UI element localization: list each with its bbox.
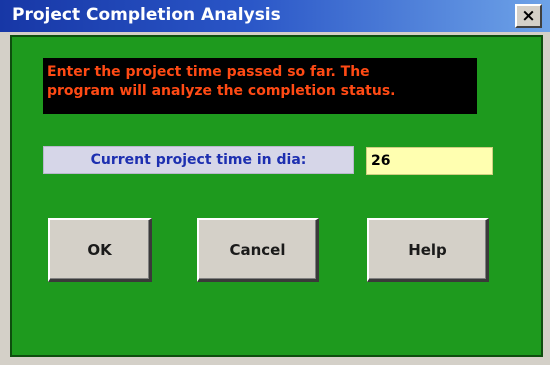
help-button[interactable]: Help bbox=[367, 218, 489, 282]
instruction-text: Enter the project time passed so far. Th… bbox=[43, 58, 477, 114]
window-title: Project Completion Analysis bbox=[12, 5, 281, 25]
close-button[interactable]: × bbox=[515, 4, 542, 28]
cancel-button[interactable]: Cancel bbox=[197, 218, 319, 282]
dialog-window: Project Completion Analysis × Enter the … bbox=[0, 0, 550, 365]
project-time-label: Current project time in dia: bbox=[43, 146, 354, 174]
instruction-line-1: Enter the project time passed so far. Th… bbox=[47, 64, 370, 80]
title-bar[interactable]: Project Completion Analysis × bbox=[0, 0, 550, 32]
close-icon: × bbox=[521, 6, 536, 26]
instruction-line-2: program will analyze the completion stat… bbox=[47, 83, 396, 99]
ok-button[interactable]: OK bbox=[48, 218, 152, 282]
project-time-input[interactable] bbox=[366, 147, 493, 175]
